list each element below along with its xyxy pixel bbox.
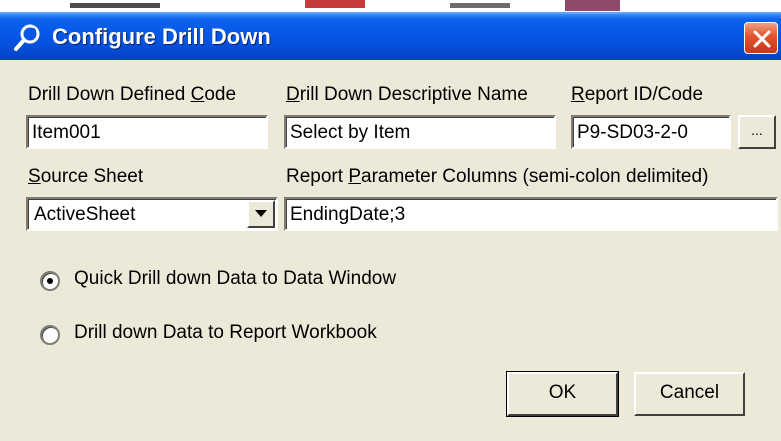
descriptive-name-label: Drill Down Descriptive Name <box>286 84 528 105</box>
browse-report-button[interactable]: ... <box>738 115 776 149</box>
chevron-down-icon <box>255 210 267 217</box>
defined-code-label: Drill Down Defined Code <box>28 84 237 105</box>
ok-button[interactable]: OK <box>506 371 619 417</box>
source-sheet-dropdown-button[interactable] <box>247 200 275 228</box>
source-sheet-value: ActiveSheet <box>34 204 136 225</box>
report-id-label: Report ID/Code <box>571 84 704 105</box>
source-sheet-label: Source Sheet <box>28 166 144 187</box>
parameter-columns-input[interactable]: EndingDate;3 <box>284 197 778 231</box>
quick-drill-label: Quick Drill down Data to Data Window <box>74 268 397 289</box>
radio-button-unselected[interactable] <box>40 325 60 345</box>
defined-code-input[interactable]: Item001 <box>26 115 268 149</box>
background-app-strip <box>0 0 781 12</box>
descriptive-name-input[interactable]: Select by Item <box>284 115 556 149</box>
dialog-body: Drill Down Defined Code Drill Down Descr… <box>0 60 781 441</box>
screen: Configure Drill Down Drill Down Defined … <box>0 0 781 441</box>
close-icon <box>753 30 771 48</box>
report-id-input[interactable]: P9-SD03-2-0 <box>571 115 731 149</box>
parameter-columns-label: Report Parameter Columns (semi-colon del… <box>286 166 709 187</box>
title-bar[interactable]: Configure Drill Down <box>0 12 781 60</box>
wrench-icon <box>12 23 42 53</box>
radio-button-selected[interactable] <box>40 271 60 291</box>
cancel-button[interactable]: Cancel <box>634 372 745 416</box>
close-button[interactable] <box>744 22 778 54</box>
source-sheet-select[interactable]: ActiveSheet <box>26 197 278 231</box>
report-workbook-label: Drill down Data to Report Workbook <box>74 322 377 343</box>
window-title: Configure Drill Down <box>52 24 271 49</box>
